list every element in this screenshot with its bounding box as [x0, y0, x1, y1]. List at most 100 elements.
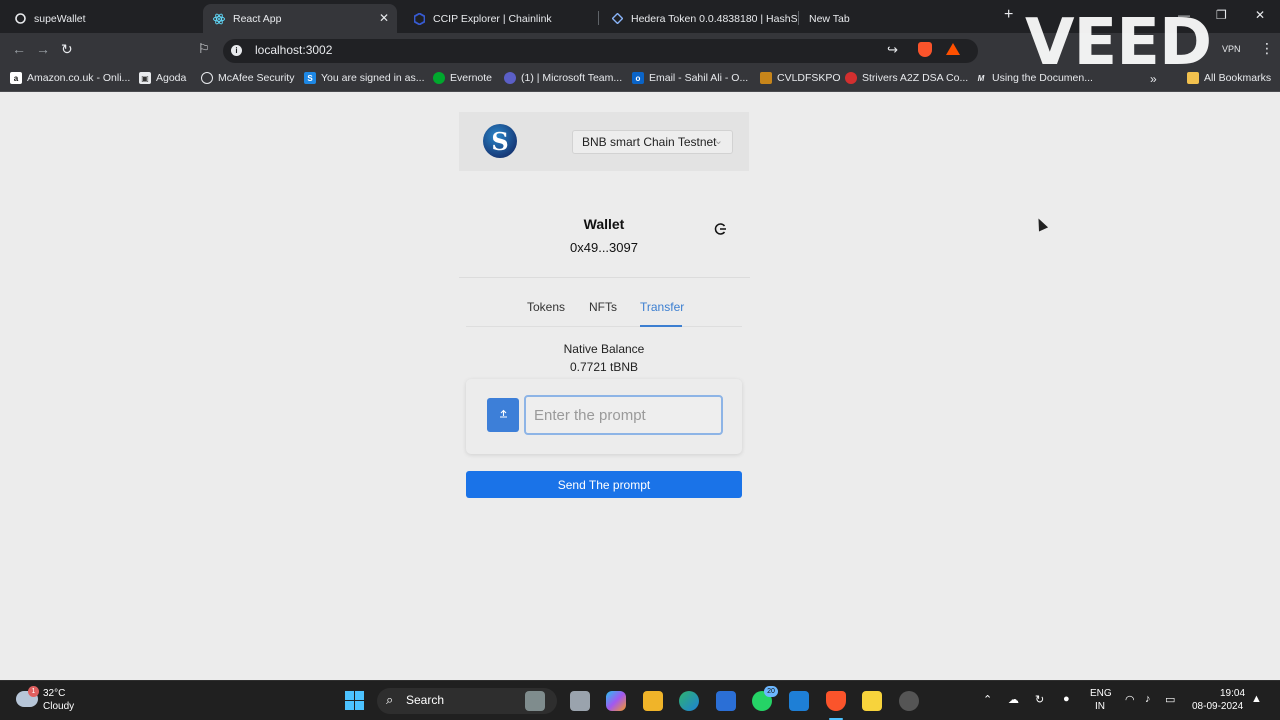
- page-content: S BNB smart Chain Testnet ⌄ Wallet 0x49.…: [0, 96, 1280, 680]
- forward-icon[interactable]: →: [36, 41, 50, 57]
- prompt-input[interactable]: [524, 395, 723, 435]
- bookmark-evernote[interactable]: Evernote: [433, 72, 492, 84]
- logo-letter: S: [491, 126, 509, 156]
- browser-tab-hedera[interactable]: Hedera Token 0.0.4838180 | HashSc: [601, 4, 797, 33]
- weather-badge: 1: [28, 686, 39, 697]
- tab-nfts[interactable]: NFTs: [589, 300, 617, 314]
- tab-title: New Tab: [809, 12, 850, 25]
- vscode-icon[interactable]: [789, 691, 809, 711]
- wallet-address: 0x49...3097: [570, 240, 638, 255]
- vpn-label[interactable]: VPN: [1222, 44, 1241, 54]
- search-label: Search: [406, 693, 445, 707]
- upload-icon: [499, 409, 508, 421]
- close-tab-icon[interactable]: ✕: [379, 11, 389, 25]
- chainlink-icon: [413, 12, 425, 25]
- app-header: S BNB smart Chain Testnet ⌄: [459, 112, 749, 171]
- share-icon[interactable]: ↪: [887, 42, 898, 58]
- divider: [459, 277, 750, 278]
- language-indicator[interactable]: ENG: [1090, 688, 1112, 699]
- onedrive-icon[interactable]: ☁: [1008, 693, 1019, 706]
- url-text: localhost:3002: [255, 43, 333, 57]
- brave-shields-icon[interactable]: [918, 42, 932, 57]
- menu-icon[interactable]: ⋮: [1260, 40, 1274, 57]
- tab-tokens[interactable]: Tokens: [527, 300, 565, 314]
- browser-tab-supewallet[interactable]: supeWallet: [4, 4, 200, 33]
- notification-bell-icon[interactable]: ▲: [1251, 693, 1262, 705]
- tuf-icon: [845, 72, 857, 84]
- microphone-icon[interactable]: ●: [1063, 693, 1070, 705]
- windows-start-icon[interactable]: [345, 691, 364, 710]
- whatsapp-badge: 20: [764, 686, 778, 697]
- bookmark-label: McAfee Security: [218, 72, 295, 84]
- bookmark-label: Strivers A2Z DSA Co...: [862, 72, 969, 84]
- copilot-icon[interactable]: [606, 691, 626, 711]
- send-prompt-button[interactable]: Send The prompt: [466, 471, 742, 498]
- tab-transfer[interactable]: Transfer: [640, 300, 684, 314]
- weather-description[interactable]: Cloudy: [43, 701, 74, 712]
- tab-title: CCIP Explorer | Chainlink: [433, 12, 552, 25]
- bookmark-label: (1) | Microsoft Team...: [521, 72, 623, 84]
- file-explorer-icon[interactable]: [643, 691, 663, 711]
- bookmark-agoda[interactable]: ▣ Agoda: [139, 72, 186, 84]
- bookmark-icon[interactable]: ⚐: [198, 41, 210, 57]
- m-icon: M: [977, 73, 985, 83]
- site-info-icon[interactable]: i: [231, 45, 242, 56]
- address-bar[interactable]: i localhost:3002: [223, 39, 978, 63]
- mouse-cursor: [1033, 216, 1049, 232]
- teams-icon: [504, 72, 516, 84]
- app-logo: S: [483, 124, 517, 158]
- folder-icon: [760, 72, 772, 84]
- battery-icon[interactable]: ▭: [1165, 693, 1175, 706]
- brave-rewards-icon[interactable]: [946, 43, 960, 55]
- react-icon: [213, 13, 225, 25]
- agoda-icon: ▣: [139, 72, 151, 84]
- browser-tab-new-tab[interactable]: New Tab: [799, 4, 989, 33]
- new-tab-icon[interactable]: +: [1004, 6, 1013, 24]
- s-icon: S: [304, 72, 316, 84]
- bookmark-label: Evernote: [450, 72, 493, 84]
- bookmark-outlook[interactable]: o Email - Sahil Ali - O...: [632, 72, 748, 84]
- clock-date[interactable]: 08-09-2024: [1192, 701, 1243, 712]
- wallet-title: Wallet: [583, 216, 625, 232]
- widgets-icon[interactable]: [525, 691, 545, 711]
- bookmark-label: You are signed in as...: [321, 72, 425, 84]
- bookmark-label: Email - Sahil Ali - O...: [649, 72, 749, 84]
- logout-icon[interactable]: [713, 222, 727, 236]
- weather-temperature[interactable]: 32°C: [43, 688, 65, 699]
- search-icon: ⌕: [386, 692, 394, 707]
- sync-icon[interactable]: ↻: [1035, 693, 1044, 706]
- native-balance-label: Native Balance: [563, 342, 645, 356]
- chrome-icon[interactable]: [899, 691, 919, 711]
- bookmark-label: Amazon.co.uk - Onli...: [27, 72, 131, 84]
- todo-icon[interactable]: [716, 691, 736, 711]
- volume-icon[interactable]: ♪: [1145, 693, 1151, 705]
- reload-icon[interactable]: ↻: [61, 41, 73, 58]
- browser-tab-ccip[interactable]: CCIP Explorer | Chainlink: [403, 4, 595, 33]
- hashscan-icon: [611, 13, 623, 25]
- bookmark-signed-in[interactable]: S You are signed in as...: [304, 72, 425, 84]
- network-value: BNB smart Chain Testnet: [582, 135, 717, 149]
- show-hidden-icons[interactable]: ⌃: [983, 693, 992, 706]
- upload-button[interactable]: [487, 398, 519, 432]
- clock-time[interactable]: 19:04: [1220, 688, 1245, 699]
- wallet-tabs: Tokens NFTs Transfer: [466, 298, 742, 327]
- sticky-notes-icon[interactable]: [862, 691, 882, 711]
- region-indicator[interactable]: IN: [1095, 701, 1105, 712]
- brave-icon[interactable]: [826, 691, 846, 711]
- browser-tab-react-app[interactable]: React App ✕: [203, 4, 397, 33]
- edge-icon[interactable]: [679, 691, 699, 711]
- bookmark-teams[interactable]: (1) | Microsoft Team...: [504, 72, 622, 84]
- prompt-card: [466, 379, 742, 454]
- native-balance-value: 0.7721 tBNB: [569, 360, 639, 374]
- bookmark-strivers[interactable]: Strivers A2Z DSA Co...: [845, 72, 968, 84]
- bookmark-label: CVLDFSKPO: [777, 72, 841, 84]
- tab-title: Hedera Token 0.0.4838180 | HashSc: [631, 12, 797, 25]
- bookmark-amazon[interactable]: a Amazon.co.uk - Onli...: [10, 72, 130, 84]
- back-icon[interactable]: ←: [12, 41, 26, 57]
- bookmark-cvldfskpo[interactable]: CVLDFSKPO: [760, 72, 841, 84]
- bookmark-mcafee[interactable]: McAfee Security: [201, 72, 294, 84]
- outlook-icon: o: [632, 72, 644, 84]
- task-view-icon[interactable]: [570, 691, 590, 711]
- network-select[interactable]: BNB smart Chain Testnet ⌄: [572, 130, 733, 154]
- wifi-icon[interactable]: ◠: [1125, 693, 1135, 706]
